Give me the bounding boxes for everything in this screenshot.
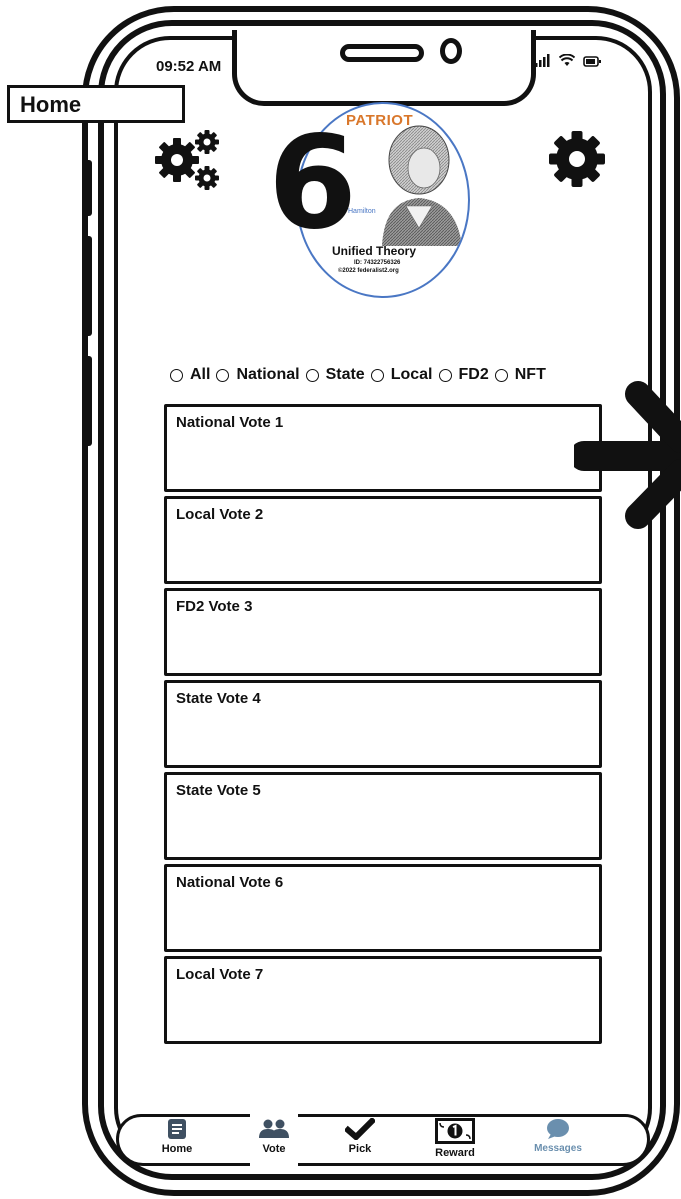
side-button bbox=[82, 356, 92, 446]
filter-all[interactable]: All bbox=[170, 366, 210, 384]
notch bbox=[232, 30, 536, 106]
vote-card[interactable]: Local Vote 2 bbox=[164, 496, 602, 584]
filter-label: All bbox=[190, 366, 211, 383]
filter-fd2[interactable]: FD2 bbox=[438, 366, 489, 384]
logo-copyright: ©2022 federalist2.org bbox=[338, 268, 399, 274]
filter-nft[interactable]: NFT bbox=[494, 366, 546, 384]
hamilton-portrait-icon bbox=[382, 125, 462, 246]
page-label: Home bbox=[7, 85, 185, 123]
vote-title: Local Vote 7 bbox=[176, 966, 264, 983]
vote-card[interactable]: National Vote 1 bbox=[164, 404, 602, 492]
speaker bbox=[340, 44, 424, 62]
level-number: 6 bbox=[268, 109, 357, 258]
vote-card[interactable]: State Vote 4 bbox=[164, 680, 602, 768]
nav-pick[interactable]: Pick bbox=[325, 1118, 395, 1155]
people-icon bbox=[259, 1119, 289, 1138]
signal-icon bbox=[535, 54, 550, 67]
side-button bbox=[82, 236, 92, 336]
vote-title: FD2 Vote 3 bbox=[176, 598, 253, 615]
nav-label: Messages bbox=[534, 1143, 582, 1154]
status-time: 09:52 AM bbox=[156, 58, 222, 75]
radio-button[interactable] bbox=[494, 368, 508, 382]
nav-messages[interactable]: Messages bbox=[523, 1118, 593, 1154]
vote-title: National Vote 1 bbox=[176, 414, 284, 431]
vote-title: State Vote 4 bbox=[176, 690, 261, 707]
vote-list: National Vote 1 Local Vote 2 FD2 Vote 3 … bbox=[164, 404, 602, 1048]
filter-radio-group: All National State Local FD2 NFT bbox=[170, 366, 552, 384]
vote-card[interactable]: Local Vote 7 bbox=[164, 956, 602, 1044]
gears-icon[interactable] bbox=[155, 128, 225, 192]
filter-label: FD2 bbox=[458, 366, 489, 383]
vote-title: Local Vote 2 bbox=[176, 506, 264, 523]
logo-id: ID: 74322756326 bbox=[354, 260, 401, 266]
radio-button[interactable] bbox=[370, 368, 384, 382]
nav-reward[interactable]: Reward bbox=[420, 1118, 490, 1159]
nav-home[interactable]: Home bbox=[142, 1118, 212, 1155]
nav-label: Home bbox=[161, 1143, 193, 1155]
filter-label: Local bbox=[390, 366, 433, 383]
swipe-arrow-right-icon[interactable] bbox=[574, 380, 681, 530]
filter-local[interactable]: Local bbox=[370, 366, 433, 384]
nav-label: Reward bbox=[435, 1147, 475, 1159]
radio-button[interactable] bbox=[170, 368, 183, 382]
nav-label: Pick bbox=[348, 1143, 372, 1155]
nav-vote[interactable]: Vote bbox=[239, 1118, 309, 1155]
status-icons bbox=[535, 54, 601, 67]
radio-button[interactable] bbox=[305, 368, 319, 382]
nav-label: Vote bbox=[262, 1143, 286, 1155]
home-doc-icon bbox=[168, 1119, 186, 1139]
radio-button[interactable] bbox=[216, 368, 230, 382]
vote-title: State Vote 5 bbox=[176, 782, 261, 799]
vote-title: National Vote 6 bbox=[176, 874, 284, 891]
camera bbox=[440, 38, 462, 64]
battery-icon bbox=[583, 56, 601, 67]
vote-card[interactable]: National Vote 6 bbox=[164, 864, 602, 952]
filter-label: NFT bbox=[514, 366, 546, 383]
filter-national[interactable]: National bbox=[216, 366, 300, 384]
vote-card[interactable]: State Vote 5 bbox=[164, 772, 602, 860]
dollar-bill-icon bbox=[435, 1118, 475, 1144]
wifi-icon bbox=[559, 54, 575, 66]
radio-button[interactable] bbox=[438, 368, 452, 382]
side-button bbox=[82, 160, 92, 216]
logo-brand: PATRIOT bbox=[346, 112, 414, 129]
chat-bubble-icon bbox=[547, 1119, 569, 1139]
filter-state[interactable]: State bbox=[305, 366, 365, 384]
checkmark-icon bbox=[345, 1118, 375, 1140]
vote-card[interactable]: FD2 Vote 3 bbox=[164, 588, 602, 676]
filter-label: State bbox=[325, 366, 365, 383]
settings-gear-icon[interactable] bbox=[548, 130, 606, 188]
filter-label: National bbox=[236, 366, 300, 383]
